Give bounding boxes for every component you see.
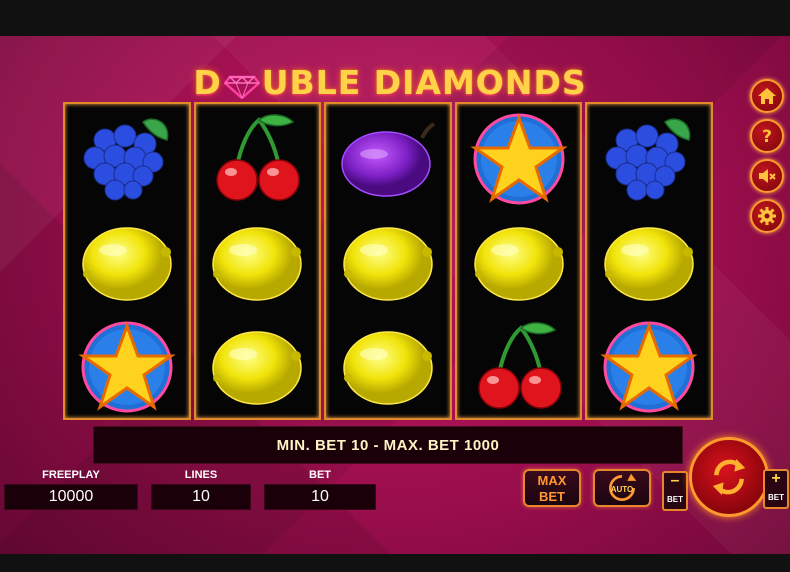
max-bet-button[interactable]: MAX BET	[523, 469, 581, 507]
sound-button[interactable]	[750, 159, 784, 193]
grapes-symbol	[65, 106, 189, 212]
bet-decrease-label: BET	[667, 495, 683, 504]
lemon-symbol	[587, 210, 711, 316]
lines-value: 10	[151, 484, 251, 510]
cherries-symbol	[196, 106, 320, 212]
max-bet-label-top: MAX	[537, 473, 567, 488]
bottom-bar	[0, 554, 790, 572]
star-symbol	[587, 314, 711, 420]
max-bet-label-bottom: BET	[539, 489, 565, 504]
bet-value: 10	[264, 484, 376, 510]
lemon-symbol	[326, 210, 450, 316]
bet-increase-button[interactable]: + BET	[763, 469, 789, 509]
bet-range-info: MIN. BET 10 - MAX. BET 1000	[93, 426, 683, 464]
bet-increase-label: BET	[768, 493, 784, 502]
freeplay-field: FREEPLAY 10000	[4, 469, 138, 510]
diamond-icon	[223, 68, 261, 100]
lines-label: LINES	[184, 469, 218, 481]
reel-1	[63, 102, 191, 420]
star-symbol	[65, 314, 189, 420]
title-rest: UBLE DIAMONDS	[261, 62, 587, 102]
lemon-symbol	[326, 314, 450, 420]
sound-off-icon	[759, 169, 776, 183]
settings-button[interactable]	[750, 199, 784, 233]
game-title: D UBLE DIAMONDS	[190, 60, 590, 104]
home-button[interactable]	[750, 79, 784, 113]
bet-label: BET	[309, 469, 331, 481]
title-letter-d: D	[193, 62, 222, 102]
top-bar	[0, 0, 790, 36]
spin-icon	[712, 459, 746, 495]
minus-icon: –	[670, 472, 680, 489]
lines-field: LINES 10	[151, 469, 251, 510]
lemon-symbol	[457, 210, 581, 316]
svg-text:?: ?	[762, 127, 772, 146]
grapes-symbol	[587, 106, 711, 212]
help-icon: ?	[762, 127, 772, 146]
freeplay-value: 10000	[4, 484, 138, 510]
plum-symbol	[326, 106, 450, 212]
lemon-symbol	[65, 210, 189, 316]
reels-area	[63, 102, 713, 420]
reel-4	[454, 102, 583, 420]
spin-button[interactable]	[689, 437, 769, 517]
settings-icon	[758, 207, 776, 225]
auto-spin-button[interactable]: AUTO	[593, 469, 651, 507]
lemon-symbol	[196, 210, 320, 316]
star-symbol	[457, 106, 581, 212]
freeplay-label: FREEPLAY	[42, 469, 100, 481]
reel-3	[324, 102, 452, 420]
reel-5	[585, 102, 713, 420]
auto-label: AUTO	[610, 485, 634, 494]
bet-decrease-button[interactable]: – BET	[662, 471, 688, 511]
cherries-symbol	[457, 314, 581, 420]
home-icon	[758, 88, 776, 104]
reel-2	[193, 102, 322, 420]
game-screen: D UBLE DIAMONDS ? MIN. BET 10 - MAX. BET…	[0, 0, 790, 572]
lemon-symbol	[196, 314, 320, 420]
help-button[interactable]: ?	[750, 119, 784, 153]
plus-icon: +	[771, 470, 781, 487]
bet-field: BET 10	[264, 469, 376, 510]
